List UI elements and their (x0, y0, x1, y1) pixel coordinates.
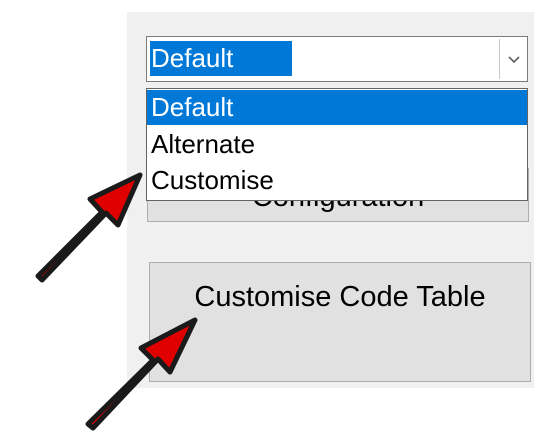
select-current-value: Default (150, 41, 292, 76)
customise-code-table-button-label: Customise Code Table (194, 281, 486, 313)
customise-code-table-button[interactable]: Customise Code Table (149, 262, 531, 382)
select-divider (499, 39, 500, 79)
arrow-icon (35, 172, 143, 283)
option-customise[interactable]: Customise (147, 163, 527, 198)
code-table-select[interactable]: Default (146, 36, 528, 82)
screenshot-stage: Default Configuration Default Alternate … (0, 0, 534, 435)
code-table-dropdown-list: Default Alternate Customise (146, 88, 528, 201)
option-default[interactable]: Default (147, 90, 527, 125)
option-alternate[interactable]: Alternate (147, 127, 527, 162)
chevron-down-icon[interactable] (503, 45, 525, 73)
